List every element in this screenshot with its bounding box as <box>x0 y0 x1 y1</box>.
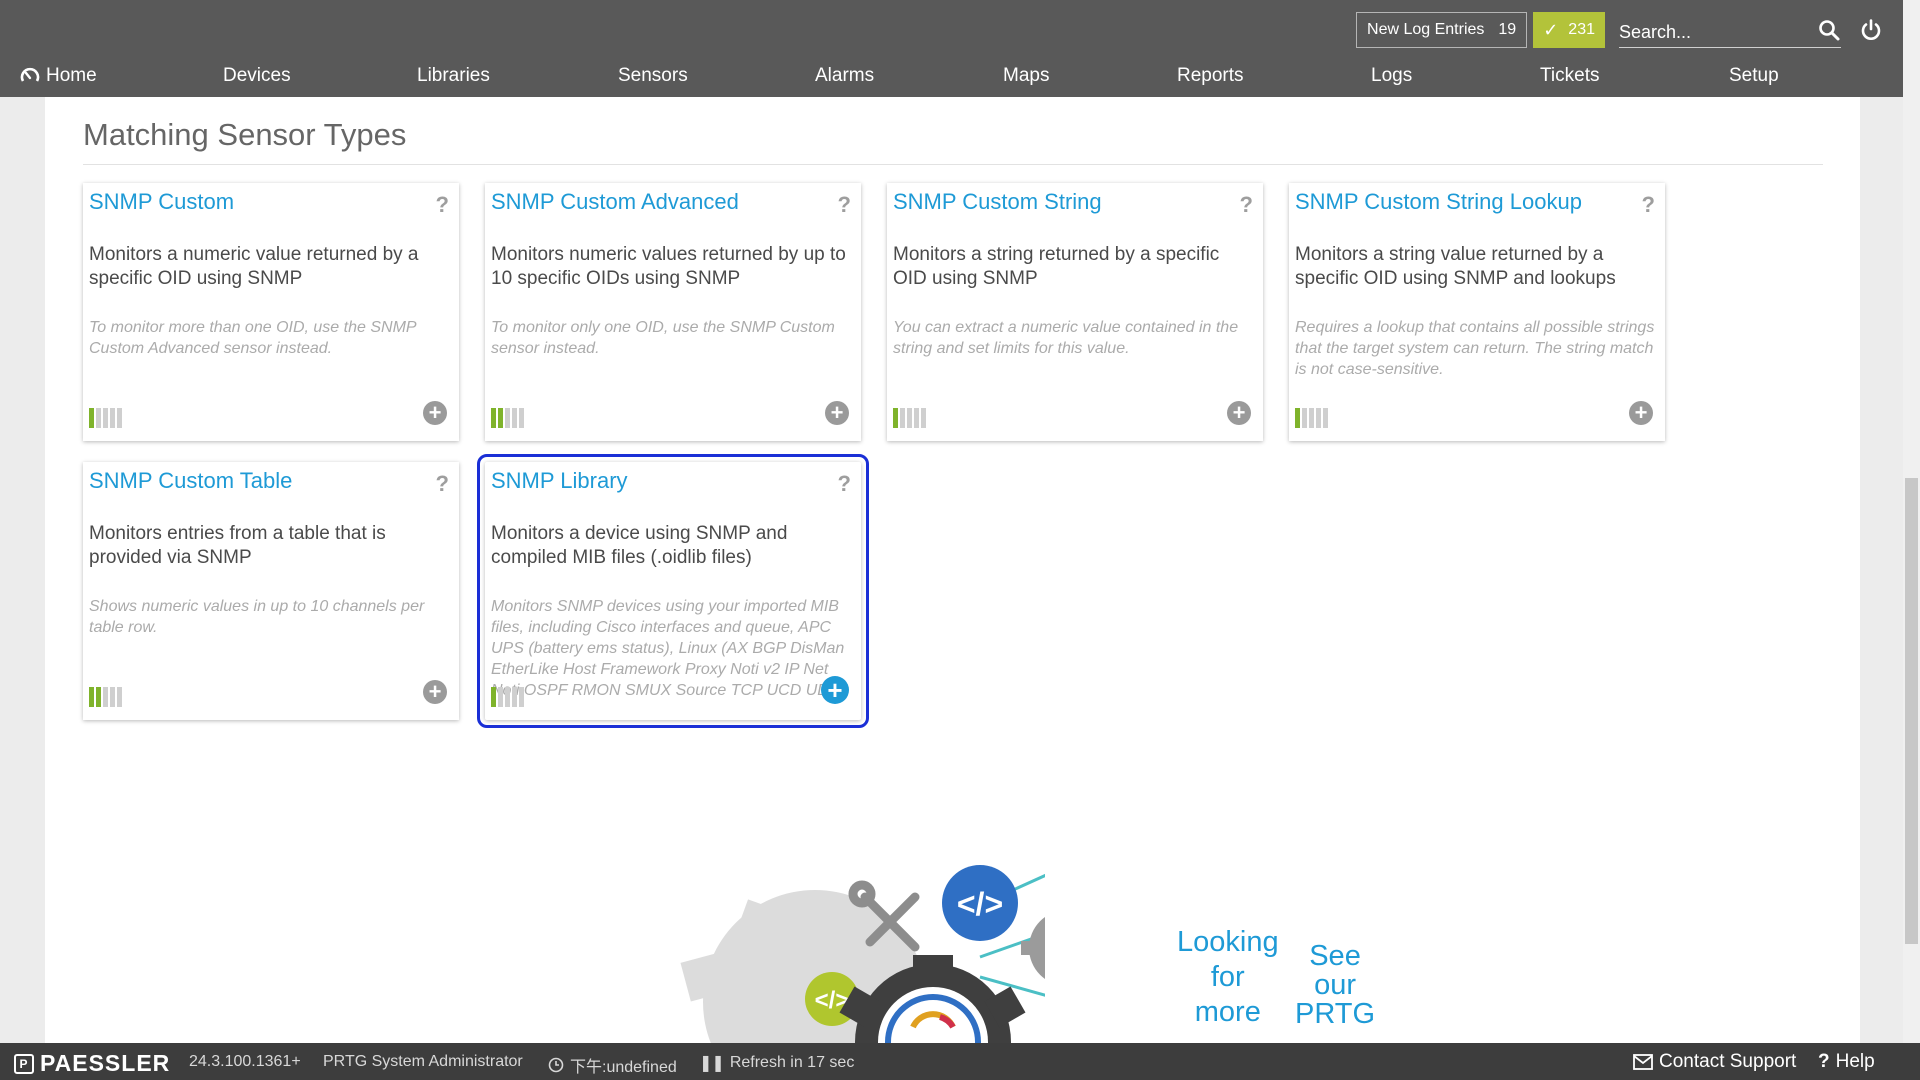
scrollbar-thumb[interactable] <box>1905 478 1918 944</box>
nav-devices[interactable]: Devices <box>223 65 291 87</box>
help-link[interactable]: ? Help <box>1818 1051 1875 1073</box>
user-name: PRTG System Administrator <box>323 1053 523 1070</box>
nav-libraries[interactable]: Libraries <box>417 65 490 87</box>
new-log-entries-label: New Log Entries <box>1367 21 1485 38</box>
nav-home-label: Home <box>46 65 97 86</box>
search-box <box>1619 12 1841 48</box>
help-icon[interactable]: ? <box>1240 192 1253 218</box>
search-icon[interactable] <box>1817 18 1841 42</box>
promo-illustration: </> </> <box>680 865 1045 1043</box>
paessler-logo[interactable]: P PAESSLER <box>14 1050 170 1077</box>
performance-impact-bars <box>1295 408 1328 428</box>
refresh-text: Refresh in 17 sec <box>729 1054 855 1071</box>
home-gauge-icon <box>20 67 40 82</box>
new-log-entries-button[interactable]: New Log Entries 19 <box>1356 12 1528 48</box>
promo-line: our <box>1314 969 1356 1001</box>
envelope-icon <box>1633 1054 1653 1070</box>
help-icon[interactable]: ? <box>1642 192 1655 218</box>
contact-support-label: Contact Support <box>1659 1051 1797 1072</box>
promo-text-looking[interactable]: Looking for more <box>1177 925 1279 1030</box>
main-content: Matching Sensor Types SNMP Custom ? Moni… <box>45 97 1860 1043</box>
sensor-card-note: Requires a lookup that contains all poss… <box>1295 319 1655 378</box>
sensor-card-title[interactable]: SNMP Custom String Lookup <box>1295 189 1582 215</box>
top-bar: New Log Entries 19 ✓ 231 Home Devic <box>0 0 1903 97</box>
promo-line: Looking <box>1177 926 1279 958</box>
promo-line: PRTG <box>1295 998 1376 1030</box>
pause-icon[interactable]: ❚❚ <box>699 1053 725 1073</box>
nav-tickets[interactable]: Tickets <box>1540 65 1599 87</box>
power-icon[interactable] <box>1859 18 1883 42</box>
main-nav: Home Devices Libraries Sensors Alarms Ma… <box>0 62 1903 92</box>
add-sensor-icon[interactable]: + <box>1629 401 1653 425</box>
code-circle-blue-icon: </> <box>942 865 1018 941</box>
brand-name: PAESSLER <box>40 1050 171 1076</box>
ok-sensors-badge[interactable]: ✓ 231 <box>1533 12 1605 48</box>
nav-home[interactable]: Home <box>20 65 97 87</box>
promo-line: more <box>1194 996 1261 1028</box>
sensor-card-snmp-custom-string-lookup[interactable]: SNMP Custom String Lookup ? Monitors a s… <box>1289 183 1665 441</box>
promo-line: See <box>1309 940 1361 972</box>
promo-text-see[interactable]: See our PRTG <box>1295 942 1375 1029</box>
new-log-entries-count: 19 <box>1498 21 1517 38</box>
promo-line: for <box>1210 961 1245 993</box>
version-text: 24.3.100.1361+ <box>189 1053 301 1070</box>
svg-text:</>: </> <box>957 886 1003 922</box>
clock-status: 下午:undefined <box>548 1053 677 1077</box>
nav-logs[interactable]: Logs <box>1371 65 1412 87</box>
page-scrollbar[interactable] <box>1903 0 1920 1043</box>
clock-icon <box>548 1057 564 1073</box>
gear-grey-small-icon <box>1021 917 1045 979</box>
sensor-card-description: Monitors a string value returned by a sp… <box>1295 244 1616 289</box>
help-label: Help <box>1835 1051 1875 1072</box>
nav-sensors[interactable]: Sensors <box>618 65 688 87</box>
clock-text: 下午:undefined <box>570 1059 677 1076</box>
refresh-control[interactable]: ❚❚ Refresh in 17 sec <box>699 1053 854 1073</box>
paessler-logo-icon: P <box>14 1053 34 1074</box>
nav-alarms[interactable]: Alarms <box>815 65 874 87</box>
add-sensor-icon[interactable]: + <box>1227 401 1251 425</box>
status-footer: P PAESSLER 24.3.100.1361+ PRTG System Ad… <box>0 1043 1920 1080</box>
help-question-icon: ? <box>1818 1051 1830 1072</box>
nav-setup[interactable]: Setup <box>1729 65 1779 87</box>
nav-reports[interactable]: Reports <box>1177 65 1244 87</box>
checkmark-icon: ✓ <box>1543 19 1559 40</box>
search-input[interactable] <box>1619 12 1841 47</box>
nav-maps[interactable]: Maps <box>1003 65 1049 87</box>
top-bar-tools: New Log Entries 19 ✓ 231 <box>1356 12 1903 48</box>
contact-support-link[interactable]: Contact Support <box>1633 1051 1796 1073</box>
ok-sensors-count: 231 <box>1568 21 1595 38</box>
